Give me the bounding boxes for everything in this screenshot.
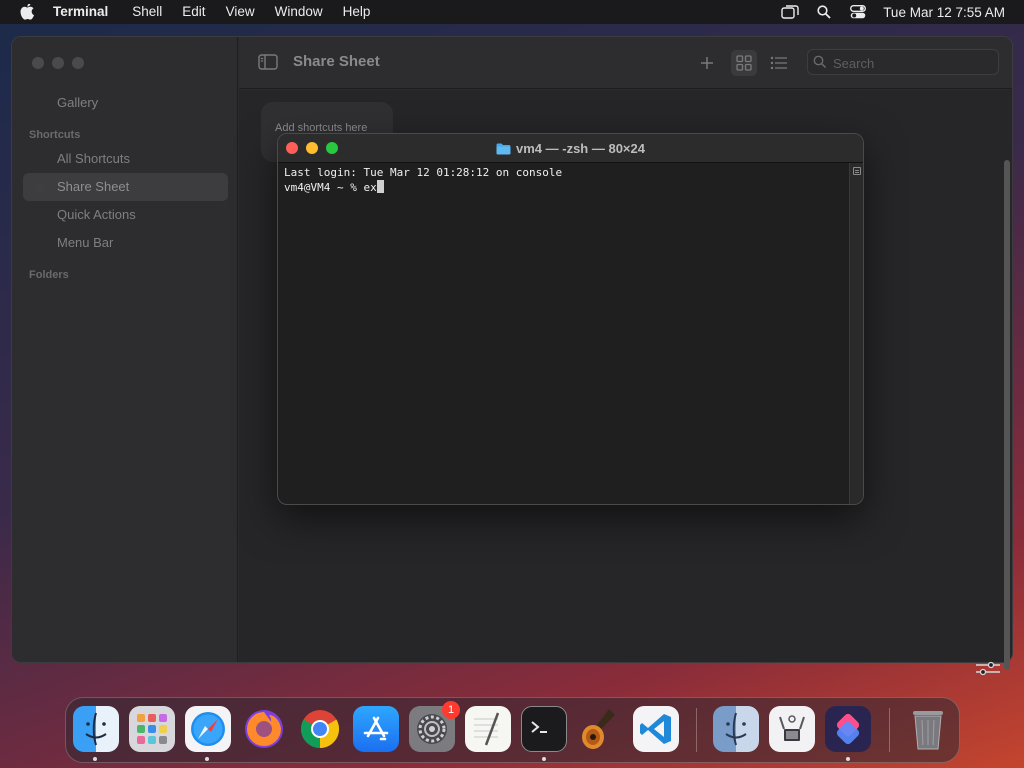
- shortcuts-running-indicator: [846, 757, 850, 761]
- terminal-titlebar[interactable]: vm4 — -zsh — 80×24: [278, 134, 863, 163]
- sidebar-toggle-icon[interactable]: [258, 54, 278, 75]
- apple-menu-icon[interactable]: [17, 2, 37, 22]
- sidebar-item-label: Share Sheet: [57, 179, 130, 194]
- share-sheet-icon: [35, 182, 45, 192]
- list-view-button[interactable]: [766, 50, 792, 76]
- safari-running-indicator: [205, 757, 209, 761]
- terminal-title-text: vm4 — -zsh — 80×24: [516, 141, 645, 156]
- folder-icon: [496, 143, 511, 155]
- search-icon[interactable]: [807, 0, 841, 24]
- trash-icon[interactable]: [905, 706, 951, 752]
- terminal-title: vm4 — -zsh — 80×24: [278, 141, 863, 156]
- minimize-button[interactable]: [52, 57, 64, 69]
- sliders-icon[interactable]: [974, 661, 1002, 682]
- text-cursor: [376, 180, 384, 193]
- menu-app-name[interactable]: Terminal: [53, 0, 118, 24]
- terminal-running-indicator: [542, 757, 546, 761]
- migration-assistant-icon[interactable]: [713, 706, 759, 752]
- terminal-prompt-line: vm4@VM4 ~ % ex: [284, 180, 843, 195]
- terminal-output[interactable]: Last login: Tue Mar 12 01:28:12 on conso…: [278, 163, 849, 504]
- grid-view-button[interactable]: [731, 50, 757, 76]
- dock: 1: [65, 697, 960, 763]
- shortcuts-toolbar: Share Sheet Search: [239, 37, 1012, 89]
- sidebar-section-shortcuts: Shortcuts: [29, 129, 81, 141]
- finder-running-indicator: [93, 757, 97, 761]
- control-center-icon[interactable]: [841, 0, 875, 24]
- launchpad-icon[interactable]: [129, 706, 175, 752]
- terminal-line: Last login: Tue Mar 12 01:28:12 on conso…: [284, 166, 563, 179]
- system-settings-icon[interactable]: 1: [409, 701, 460, 752]
- terminal-scrollbar[interactable]: [849, 163, 863, 504]
- sidebar-item-all-shortcuts[interactable]: All Shortcuts: [23, 145, 228, 173]
- sidebar-item-quick-actions[interactable]: Quick Actions: [23, 201, 228, 229]
- sidebar-item-label: Quick Actions: [57, 207, 136, 222]
- sidebar-item-label: Menu Bar: [57, 235, 114, 250]
- system-information-icon[interactable]: [769, 706, 815, 752]
- sidebar-item-menu-bar[interactable]: Menu Bar: [23, 229, 228, 257]
- search-input[interactable]: Search: [807, 49, 999, 75]
- scrollbar-thumb[interactable]: [853, 167, 861, 175]
- app-store-icon[interactable]: [353, 706, 399, 752]
- terminal-window[interactable]: vm4 — -zsh — 80×24 Last login: Tue Mar 1…: [277, 133, 864, 505]
- sidebar-item-share-sheet[interactable]: Share Sheet: [23, 173, 228, 201]
- dock-separator: [696, 708, 697, 752]
- firefox-icon[interactable]: [241, 706, 287, 752]
- menu-shell[interactable]: Shell: [122, 0, 172, 24]
- grid-icon: [736, 55, 752, 71]
- content-scrollbar[interactable]: [1001, 90, 1013, 680]
- sidebar-item-gallery[interactable]: Gallery: [23, 89, 228, 117]
- vscode-icon[interactable]: [633, 706, 679, 752]
- menu-bar-clock[interactable]: Tue Mar 12 7:55 AM: [875, 5, 1024, 20]
- terminal-prompt: vm4@VM4 ~ % ex: [284, 181, 377, 194]
- garageband-icon[interactable]: [577, 706, 623, 752]
- menu-view[interactable]: View: [216, 0, 265, 24]
- menu-bar: Terminal Shell Edit View Window Help Tue…: [0, 0, 1024, 24]
- finder-icon[interactable]: [73, 706, 119, 752]
- menu-window[interactable]: Window: [265, 0, 333, 24]
- add-shortcut-button[interactable]: [694, 50, 720, 76]
- sidebar-section-folders: Folders: [29, 269, 69, 281]
- shortcuts-icon[interactable]: [825, 706, 871, 752]
- scrollbar-thumb[interactable]: [1004, 160, 1010, 670]
- list-icon: [770, 56, 787, 70]
- shortcuts-sidebar: Gallery Shortcuts All Shortcuts Share Sh…: [12, 37, 238, 662]
- dock-separator: [889, 708, 890, 752]
- menu-help[interactable]: Help: [333, 0, 381, 24]
- textedit-icon[interactable]: [465, 706, 511, 752]
- chrome-icon[interactable]: [297, 706, 343, 752]
- sidebar-item-label: All Shortcuts: [57, 151, 130, 166]
- plus-icon: [701, 57, 713, 69]
- window-controls: [32, 57, 84, 69]
- search-placeholder: Search: [833, 56, 875, 71]
- safari-icon[interactable]: [185, 706, 231, 752]
- search-icon: [813, 55, 827, 69]
- page-title: Share Sheet: [293, 53, 380, 70]
- sidebar-item-label: Gallery: [57, 95, 99, 110]
- menu-edit[interactable]: Edit: [172, 0, 215, 24]
- display-icon[interactable]: [773, 0, 807, 24]
- zoom-button[interactable]: [72, 57, 84, 69]
- notification-badge: 1: [442, 701, 460, 719]
- close-button[interactable]: [32, 57, 44, 69]
- terminal-icon[interactable]: [521, 706, 567, 752]
